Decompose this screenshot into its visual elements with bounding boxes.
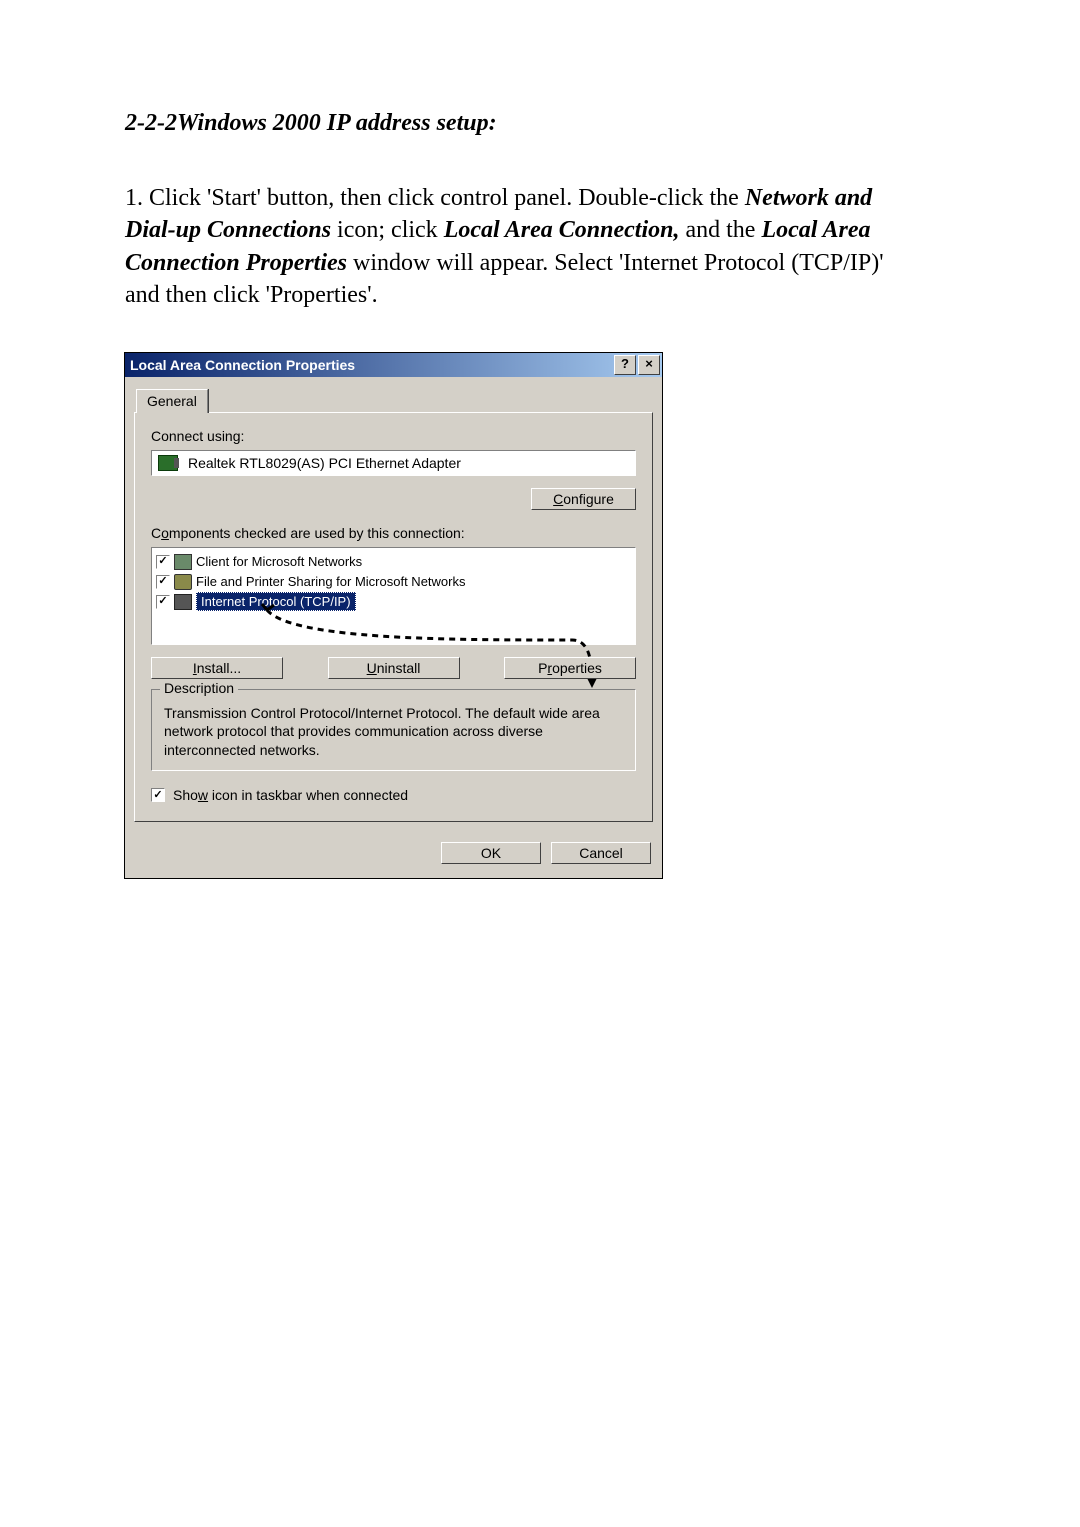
adapter-field: Realtek RTL8029(AS) PCI Ethernet Adapter — [151, 450, 636, 476]
adapter-name: Realtek RTL8029(AS) PCI Ethernet Adapter — [188, 455, 461, 471]
client-network-icon — [174, 554, 192, 570]
list-item-tcpip[interactable]: Internet Protocol (TCP/IP) — [156, 592, 631, 612]
annotation-arrow-icon — [232, 600, 612, 695]
uninstall-button[interactable]: Uninstall — [328, 657, 460, 679]
description-fieldset: Description Transmission Control Protoco… — [151, 689, 636, 772]
list-item[interactable]: Client for Microsoft Networks — [156, 552, 631, 572]
connect-using-label: Connect using: — [151, 428, 636, 444]
tab-strip: General — [134, 385, 653, 412]
description-legend: Description — [160, 680, 238, 696]
checkbox-icon[interactable] — [156, 575, 170, 589]
lan-properties-dialog: Local Area Connection Properties ? × Gen… — [124, 352, 663, 880]
checkbox-icon[interactable] — [156, 555, 170, 569]
section-heading: 2-2-2Windows 2000 IP address setup: — [125, 110, 960, 137]
list-item-label: File and Printer Sharing for Microsoft N… — [196, 574, 465, 589]
help-button[interactable]: ? — [614, 355, 636, 375]
tab-pane: Connect using: Realtek RTL8029(AS) PCI E… — [134, 412, 653, 823]
text: and the — [679, 217, 761, 243]
install-button[interactable]: Install... — [151, 657, 283, 679]
list-item-label: Client for Microsoft Networks — [196, 554, 362, 569]
close-button[interactable]: × — [638, 355, 660, 375]
network-card-icon — [158, 455, 178, 471]
tcpip-icon — [174, 594, 192, 610]
file-share-icon — [174, 574, 192, 590]
text: 1. Click 'Start' button, then click cont… — [125, 185, 745, 211]
checkbox-icon[interactable] — [156, 595, 170, 609]
dialog-titlebar: Local Area Connection Properties ? × — [125, 353, 662, 377]
text: icon; click — [331, 217, 444, 243]
list-item-label-selected: Internet Protocol (TCP/IP) — [196, 592, 356, 611]
configure-button[interactable]: Configure — [531, 488, 636, 510]
description-text: Transmission Control Protocol/Internet P… — [164, 704, 623, 761]
show-icon-label: Show icon in taskbar when connected — [173, 787, 408, 803]
list-item[interactable]: File and Printer Sharing for Microsoft N… — [156, 572, 631, 592]
text-bold: Local Area Connection, — [444, 217, 680, 243]
components-label: Components checked are used by this conn… — [151, 525, 636, 541]
properties-button[interactable]: Properties — [504, 657, 636, 679]
instruction-paragraph: 1. Click 'Start' button, then click cont… — [125, 182, 885, 312]
cancel-button[interactable]: Cancel — [551, 842, 651, 864]
document-page: 2-2-2Windows 2000 IP address setup: 1. C… — [0, 0, 1080, 1527]
tab-general[interactable]: General — [136, 389, 208, 413]
ok-button[interactable]: OK — [441, 842, 541, 864]
show-icon-checkbox[interactable] — [151, 788, 165, 802]
components-listbox[interactable]: Client for Microsoft Networks File and P… — [151, 547, 636, 645]
dialog-title: Local Area Connection Properties — [130, 357, 355, 373]
